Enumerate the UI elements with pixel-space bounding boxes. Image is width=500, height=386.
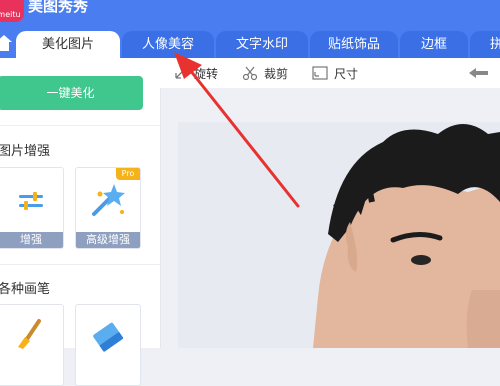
- app-title: 美图秀秀: [28, 0, 89, 15]
- resize-icon[interactable]: [312, 66, 328, 80]
- photo-canvas[interactable]: [178, 122, 500, 348]
- home-icon[interactable]: [0, 34, 12, 52]
- left-tool-panel: 一键美化 图片增强 增强 Pro 高级增强 各种画笔: [0, 58, 161, 386]
- section-image-enhance-title: 图片增强: [0, 144, 51, 159]
- rotate-label[interactable]: 旋转: [194, 65, 218, 82]
- title-bar: meitu 美图秀秀: [0, 0, 500, 28]
- tool-advanced-enhance-label: 高级增强: [76, 232, 140, 248]
- tab-stickers[interactable]: 贴纸饰品: [310, 31, 398, 58]
- tool-enhance[interactable]: 增强: [0, 167, 64, 249]
- eraser-icon: [93, 322, 124, 352]
- edit-toolbar: 旋转 裁剪 尺寸: [160, 58, 500, 88]
- tool-advanced-enhance[interactable]: Pro 高级增强: [75, 167, 141, 249]
- tab-beautify-photo[interactable]: 美化图片: [16, 31, 120, 58]
- crop-icon[interactable]: [242, 65, 258, 81]
- sliders-icon: [19, 192, 43, 210]
- tab-portrait-beauty[interactable]: 人像美容: [122, 31, 214, 58]
- tab-collage[interactable]: 拼: [470, 31, 500, 58]
- divider: [0, 264, 160, 265]
- paintbrush-icon: [18, 319, 41, 349]
- pro-badge: Pro: [116, 168, 140, 180]
- portrait-photo: [313, 124, 500, 348]
- resize-label[interactable]: 尺寸: [334, 65, 358, 82]
- one-key-beautify-button[interactable]: 一键美化: [0, 76, 143, 110]
- tool-paintbrush[interactable]: [0, 304, 64, 386]
- divider: [0, 125, 160, 126]
- crop-label[interactable]: 裁剪: [264, 65, 288, 82]
- logo-text: meitu: [0, 10, 21, 19]
- main-tab-bar: 美化图片 人像美容 文字水印 贴纸饰品 边框 拼: [0, 28, 500, 58]
- tab-frames[interactable]: 边框: [400, 31, 468, 58]
- tab-text-watermark[interactable]: 文字水印: [216, 31, 308, 58]
- arrow-left-icon[interactable]: [468, 66, 488, 80]
- rotate-icon[interactable]: [174, 66, 188, 80]
- tool-eraser[interactable]: [75, 304, 141, 386]
- section-brushes-title: 各种画笔: [0, 282, 51, 297]
- meitu-logo: meitu: [0, 0, 24, 22]
- tool-enhance-label: 增强: [0, 232, 63, 248]
